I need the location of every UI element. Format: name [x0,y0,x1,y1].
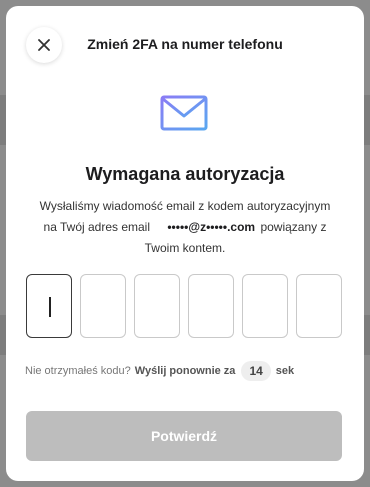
text-cursor [49,297,51,317]
resend-unit: sek [275,365,295,377]
auth-heading: Wymagana autoryzacja [85,164,285,184]
resend-row: Nie otrzymałeś kodu? Wyślij ponownie za … [25,361,294,381]
resend-countdown: 14 [241,361,271,381]
code-digit-6[interactable] [296,274,342,338]
desc-line-2-suffix: powiązany z [260,220,327,234]
code-digit-1[interactable] [26,274,72,338]
envelope-icon [160,95,208,131]
code-digit-3[interactable] [134,274,180,338]
confirm-button[interactable]: Potwierdź [26,411,342,461]
resend-prompt: Nie otrzymałeś kodu? [25,365,131,377]
desc-line-2: na Twój adres email •••••@z•••••.com pow… [26,217,344,238]
modal-title: Zmień 2FA na numer telefonu [87,36,283,52]
code-digit-4[interactable] [188,274,234,338]
modal-dialog: Zmień 2FA na numer telefonu Wymagana aut… [6,6,364,481]
desc-line-3: Twoim kontem. [144,241,226,255]
code-digit-5[interactable] [242,274,288,338]
desc-line-1: Wysłaliśmy wiadomość email z kodem autor… [39,199,331,213]
code-digit-2[interactable] [80,274,126,338]
auth-description: Wysłaliśmy wiadomość email z kodem autor… [26,196,344,259]
masked-email: •••••@z•••••.com [167,220,256,234]
desc-line-2-prefix: na Twój adres email [43,220,151,234]
resend-link[interactable]: Wyślij ponownie za [135,365,236,377]
